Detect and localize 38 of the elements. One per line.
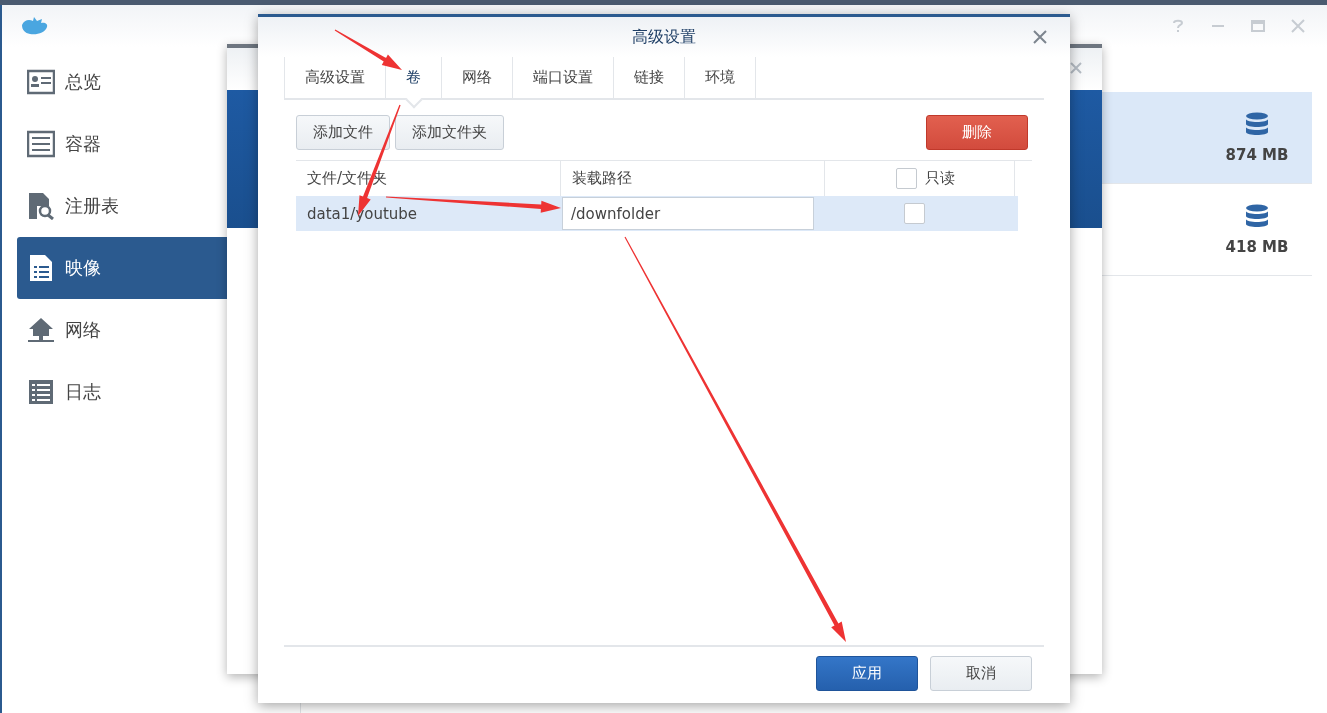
checkbox[interactable]: [903, 203, 925, 224]
tab[interactable]: 卷: [386, 57, 441, 98]
tab[interactable]: 环境: [685, 57, 755, 98]
dialog-title: 高级设置: [632, 26, 696, 48]
whale-logo-icon: [20, 16, 50, 36]
add-button[interactable]: 添加文件夹: [395, 115, 504, 150]
close-icon[interactable]: [1291, 19, 1305, 33]
house-network-icon: [27, 316, 55, 344]
sidebar-item[interactable]: 网络: [17, 299, 300, 361]
tab[interactable]: 高级设置: [285, 57, 385, 98]
list-box-icon: [27, 130, 55, 158]
table-cell: data1/youtube: [307, 204, 418, 223]
id-card-icon: [27, 68, 55, 96]
tab[interactable]: 链接: [614, 57, 684, 98]
delete-button[interactable]: 删除: [926, 115, 1028, 150]
close-icon[interactable]: [1070, 62, 1082, 74]
annotation-arrow: [334, 29, 402, 70]
image-size: 874 MB: [1225, 145, 1289, 164]
checkbox[interactable]: [895, 168, 917, 189]
apply-button[interactable]: 应用: [816, 655, 918, 691]
database-icon: [1245, 203, 1269, 230]
add-button[interactable]: 添加文件: [296, 115, 390, 150]
tab[interactable]: 网络: [442, 57, 512, 98]
list-icon: [27, 378, 55, 406]
tab[interactable]: 端口设置: [513, 57, 613, 98]
table-row[interactable]: data1/youtube /downfolder: [296, 196, 1018, 231]
database-icon: [1245, 111, 1269, 138]
column-header: 只读: [924, 169, 955, 188]
column-header: 装载路径: [572, 169, 632, 188]
sidebar-item[interactable]: 日志: [17, 361, 300, 423]
image-size: 418 MB: [1225, 237, 1289, 256]
document-search-icon: [27, 192, 55, 220]
help-icon[interactable]: [1171, 19, 1185, 33]
cancel-button[interactable]: 取消: [930, 655, 1032, 691]
maximize-icon[interactable]: [1251, 19, 1265, 33]
close-icon[interactable]: [1032, 29, 1048, 45]
input-field[interactable]: /downfolder: [562, 197, 814, 230]
document-list-icon: [27, 254, 55, 282]
